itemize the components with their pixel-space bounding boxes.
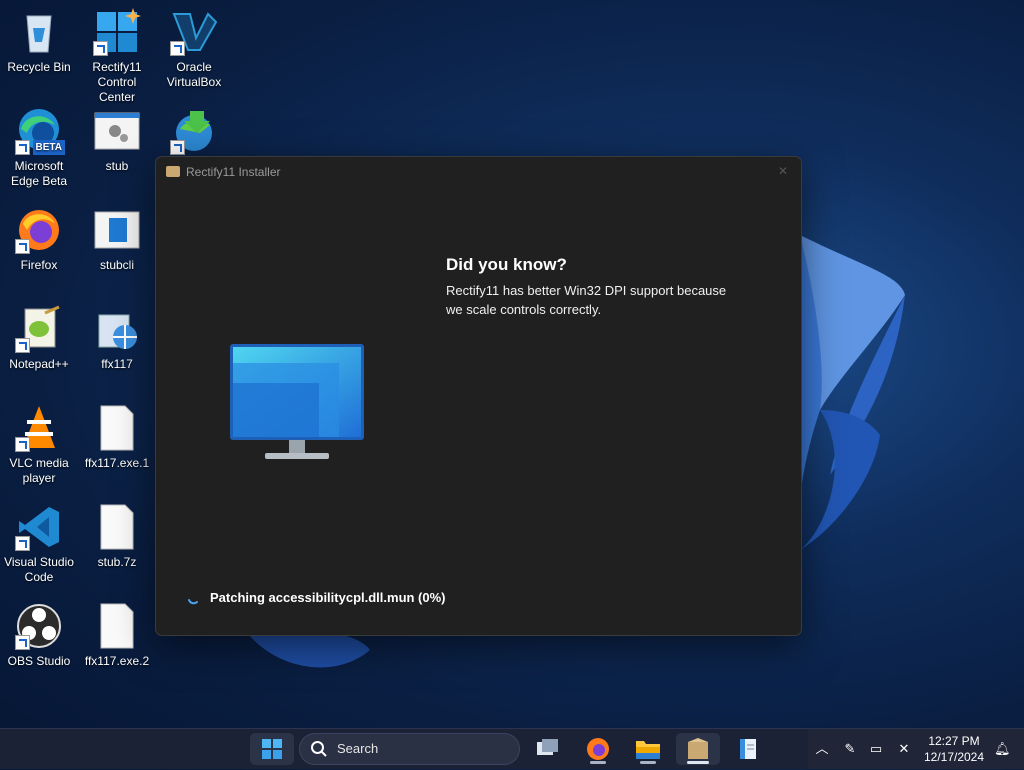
running-indicator: [590, 761, 606, 764]
speaker-muted-icon[interactable]: ✕: [896, 741, 912, 757]
desktop-icon-label: ffx117.exe.1: [84, 456, 150, 470]
desktop-icon-obs[interactable]: OBS Studio: [1, 602, 77, 669]
shortcut-arrow-icon: [15, 437, 30, 452]
desktop-icon-label: Oracle VirtualBox: [166, 60, 222, 89]
monitor-illustration-icon: [230, 344, 364, 459]
desktop-icon-stub-7z[interactable]: stub.7z: [79, 503, 155, 570]
virtualbox-icon: [170, 8, 218, 56]
tip-text: Rectify11 has better Win32 DPI support b…: [446, 283, 727, 317]
shortcut-arrow-icon: [15, 140, 30, 155]
title-bar[interactable]: Rectify11 Installer ✕: [156, 157, 801, 187]
close-icon[interactable]: ✕: [775, 164, 791, 180]
search-box[interactable]: Search: [299, 733, 520, 765]
desktop-icon-vscode[interactable]: Visual Studio Code: [1, 503, 77, 585]
file-icon: [93, 404, 141, 452]
desktop-icon-label: ffx117: [101, 357, 133, 371]
notepad-plus-plus-icon: [15, 305, 63, 353]
installer-package-icon: [93, 305, 141, 353]
edge-beta-icon: BETA: [15, 107, 65, 155]
windows-start-icon: [262, 739, 282, 759]
search-placeholder: Search: [337, 741, 379, 756]
windows-logo-icon: [93, 8, 141, 56]
desktop-icon-rectify11-control-center[interactable]: Rectify11 Control Center: [79, 8, 155, 105]
taskbar-file-explorer[interactable]: [626, 733, 670, 765]
desktop-icon-label: OBS Studio: [7, 654, 71, 668]
desktop-icon-download-manager[interactable]: [156, 107, 232, 159]
desktop-icon-label: Notepad++: [9, 357, 69, 371]
notepad-icon: [740, 739, 756, 759]
search-icon: [311, 741, 327, 757]
desktop-icon-label: stub: [105, 159, 129, 173]
firefox-icon: [15, 206, 63, 254]
clock-date: 12/17/2024: [923, 750, 985, 764]
shortcut-arrow-icon: [170, 140, 185, 155]
desktop-icon-label: stubcli: [99, 258, 134, 272]
shortcut-arrow-icon: [15, 536, 30, 551]
obs-icon: [15, 602, 63, 650]
desktop-icon-label: stub.7z: [97, 555, 137, 569]
file-icon: [93, 503, 141, 551]
desktop-icon-label: ffx117.exe.2: [84, 654, 150, 668]
installer-window: Rectify11 Installer ✕ Did you know? Rect…: [155, 156, 802, 636]
running-indicator: [687, 761, 709, 764]
chevron-up-icon[interactable]: ︿: [814, 741, 830, 757]
desktop-icon-label: VLC media player: [9, 456, 69, 485]
desktop-icon-ffx117-exe-1[interactable]: ffx117.exe.1: [79, 404, 155, 471]
notification-bell-icon[interactable]: 🔔︎: [994, 741, 1011, 757]
vscode-icon: [15, 503, 63, 551]
shortcut-arrow-icon: [93, 41, 108, 56]
app-window-icon: [93, 206, 141, 254]
desktop-icon-label: Recycle Bin: [7, 60, 71, 74]
shortcut-arrow-icon: [170, 41, 185, 56]
tip-heading: Did you know?: [446, 255, 567, 274]
desktop-icon-ffx117[interactable]: ffx117: [79, 305, 155, 372]
desktop-icon-label: Firefox: [20, 258, 58, 272]
package-icon: [166, 166, 180, 177]
desktop-icon-firefox[interactable]: Firefox: [1, 206, 77, 273]
clock-time: 12:27 PM: [928, 734, 980, 748]
status-text: Patching accessibilitycpl.dll.mun (0%): [210, 590, 446, 605]
recycle-bin-icon: [15, 8, 63, 56]
settings-window-icon: [93, 107, 141, 155]
taskbar-firefox[interactable]: [576, 733, 620, 765]
shortcut-arrow-icon: [15, 239, 30, 254]
desktop-icon-stub[interactable]: stub: [79, 107, 155, 174]
shortcut-arrow-icon: [15, 635, 30, 650]
running-indicator: [640, 761, 656, 764]
taskbar-installer[interactable]: [676, 733, 720, 765]
taskbar: Search ︿ ✎ ▭ ✕ 12:27 PM 12/17/2024 🔔︎: [0, 728, 1024, 769]
pen-icon[interactable]: ✎: [842, 741, 858, 757]
desktop-icon-edge-beta[interactable]: BETA Microsoft Edge Beta: [1, 107, 77, 189]
vlc-icon: [15, 404, 63, 452]
globe-download-icon: [170, 107, 218, 155]
desktop-icon-label: Visual Studio Code: [4, 555, 74, 584]
system-tray: ︿ ✎ ▭ ✕ 12:27 PM 12/17/2024 🔔︎: [808, 729, 1024, 769]
start-button[interactable]: [250, 733, 294, 765]
desktop-icon-virtualbox[interactable]: Oracle VirtualBox: [156, 8, 232, 90]
task-view-button[interactable]: [526, 733, 570, 765]
desktop-icon-label: Rectify11 Control Center: [92, 60, 142, 104]
clock[interactable]: 12:27 PM 12/17/2024: [920, 733, 988, 765]
taskbar-notepad[interactable]: [726, 733, 770, 765]
desktop-icon-notepad-plus-plus[interactable]: Notepad++: [1, 305, 77, 372]
task-view-icon: [537, 739, 558, 755]
shortcut-arrow-icon: [15, 338, 30, 353]
display-icon[interactable]: ▭: [868, 741, 884, 757]
desktop-icon-ffx117-exe-2[interactable]: ffx117.exe.2: [79, 602, 155, 669]
desktop-icon-recycle-bin[interactable]: Recycle Bin: [1, 8, 77, 75]
window-title: Rectify11 Installer: [186, 165, 281, 179]
spinner-icon: [188, 599, 198, 605]
beta-badge: BETA: [32, 140, 65, 155]
desktop-icon-label: Microsoft Edge Beta: [10, 159, 68, 188]
desktop-icon-stubcli[interactable]: stubcli: [79, 206, 155, 273]
file-icon: [93, 602, 141, 650]
desktop-icon-vlc[interactable]: VLC media player: [1, 404, 77, 486]
